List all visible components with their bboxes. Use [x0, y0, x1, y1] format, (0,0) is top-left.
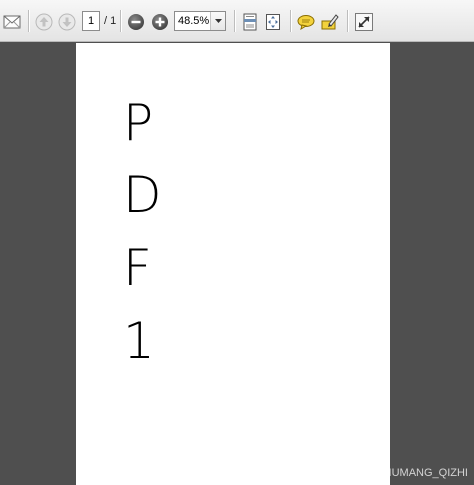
zoom-select[interactable]: 48.5%: [174, 11, 226, 31]
page-letter: D: [123, 166, 162, 224]
toolbar-separator: [347, 10, 348, 32]
page-total-label: / 1: [104, 15, 117, 27]
mail-icon: [3, 15, 21, 29]
watermark-text: https://blog.csdn.net/BADAO_LIUMANG_QIZH…: [236, 467, 468, 479]
fit-width-button[interactable]: [240, 12, 260, 32]
zoom-out-button[interactable]: [126, 12, 146, 32]
pdf-page: P D F 1: [76, 43, 390, 485]
zoom-out-icon: [128, 14, 144, 30]
comment-icon: [297, 15, 315, 30]
previous-page-icon: [35, 13, 53, 31]
page-number-input[interactable]: 1: [82, 11, 100, 31]
zoom-value: 48.5%: [178, 15, 210, 27]
page-letter: F: [123, 239, 152, 297]
pdf-viewer-window: 1 / 1 48.5% P D F 1 https://blog.csdn.ne…: [0, 0, 474, 485]
email-button[interactable]: [2, 12, 22, 32]
fit-page-icon: [266, 14, 280, 30]
page-letter: P: [123, 94, 154, 152]
expand-button[interactable]: [354, 12, 374, 32]
fit-width-icon: [243, 13, 257, 31]
toolbar: 1 / 1 48.5%: [0, 0, 474, 42]
comment-button[interactable]: [296, 12, 316, 32]
expand-icon: [355, 13, 373, 31]
page-letter: 1: [123, 312, 155, 370]
chevron-down-icon: [214, 19, 222, 23]
next-page-icon: [58, 13, 76, 31]
zoom-in-icon: [152, 14, 168, 30]
previous-page-button[interactable]: [34, 12, 54, 32]
toolbar-separator: [28, 10, 29, 32]
toolbar-separator: [234, 10, 235, 32]
highlight-button[interactable]: [320, 12, 340, 32]
zoom-dropdown-button[interactable]: [210, 12, 225, 30]
next-page-button[interactable]: [57, 12, 77, 32]
highlight-icon: [321, 14, 339, 30]
toolbar-separator: [120, 10, 121, 32]
fit-page-button[interactable]: [263, 12, 283, 32]
toolbar-separator: [290, 10, 291, 32]
zoom-in-button[interactable]: [150, 12, 170, 32]
